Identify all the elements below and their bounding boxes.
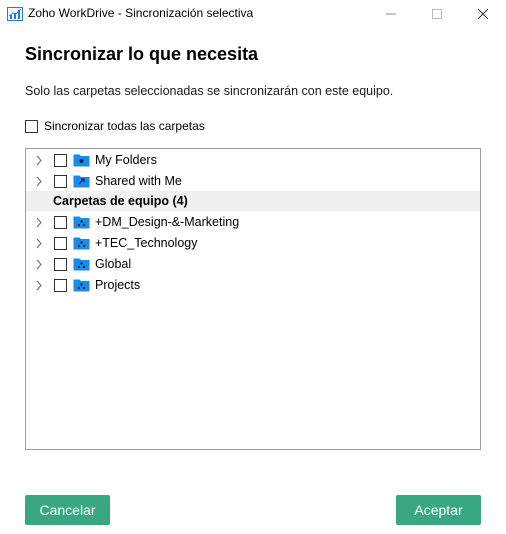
tree-item-projects[interactable]: Projects: [26, 275, 480, 296]
team-folder-icon: [73, 237, 90, 250]
folder-tree[interactable]: My Folders Shared with Me Carpetas de eq…: [25, 148, 481, 450]
tree-item-checkbox[interactable]: [54, 154, 67, 167]
tree-item-checkbox[interactable]: [54, 175, 67, 188]
checkbox[interactable]: [25, 119, 38, 133]
maximize-button[interactable]: [414, 0, 460, 28]
chevron-right-icon[interactable]: [34, 176, 44, 187]
tree-item-my-folders[interactable]: My Folders: [26, 150, 480, 171]
tree-item-label: Projects: [95, 278, 141, 292]
tree-item-label: +TEC_Technology: [95, 236, 198, 250]
chevron-right-icon[interactable]: [34, 155, 44, 166]
chevron-right-icon[interactable]: [34, 217, 44, 228]
tree-item-checkbox[interactable]: [54, 216, 67, 229]
minimize-icon: [386, 13, 396, 15]
team-folder-icon: [73, 216, 90, 229]
tree-item-tec-technology[interactable]: +TEC_Technology: [26, 233, 480, 254]
tree-item-label: +DM_Design-&-Marketing: [95, 215, 240, 229]
sync-all-label: Sincronizar todas las carpetas: [44, 119, 205, 133]
tree-item-dm-design-marketing[interactable]: +DM_Design-&-Marketing: [26, 212, 480, 233]
shared-folder-icon: [73, 175, 90, 188]
section-label: Carpetas de equipo (4): [53, 194, 188, 208]
chevron-right-icon[interactable]: [34, 280, 44, 291]
tree-item-label: Global: [95, 257, 132, 271]
workdrive-chart-icon: [7, 7, 23, 21]
tree-item-shared-with-me[interactable]: Shared with Me: [26, 171, 480, 192]
tree-item-label: My Folders: [95, 153, 157, 167]
team-folder-icon: [73, 279, 90, 292]
maximize-icon: [432, 9, 442, 19]
close-button[interactable]: [460, 0, 506, 28]
cancel-button[interactable]: Cancelar: [25, 495, 110, 525]
team-folders-section-header: Carpetas de equipo (4): [26, 191, 480, 211]
tree-item-label: Shared with Me: [95, 174, 182, 188]
minimize-button[interactable]: [368, 0, 414, 28]
dialog-description: Solo las carpetas seleccionadas se sincr…: [25, 84, 394, 98]
tree-item-checkbox[interactable]: [54, 258, 67, 271]
chevron-right-icon[interactable]: [34, 259, 44, 270]
tree-item-checkbox[interactable]: [54, 279, 67, 292]
title-bar: Zoho WorkDrive - Sincronización selectiv…: [0, 0, 506, 28]
chevron-right-icon[interactable]: [34, 238, 44, 249]
tree-item-checkbox[interactable]: [54, 237, 67, 250]
team-folder-icon: [73, 258, 90, 271]
my-folders-icon: [73, 154, 90, 167]
accept-button[interactable]: Aceptar: [396, 495, 481, 525]
tree-item-global[interactable]: Global: [26, 254, 480, 275]
sync-all-checkbox[interactable]: Sincronizar todas las carpetas: [25, 118, 205, 134]
dialog-heading: Sincronizar lo que necesita: [25, 44, 259, 64]
close-icon: [478, 9, 488, 19]
window-title: Zoho WorkDrive - Sincronización selectiv…: [28, 6, 254, 20]
